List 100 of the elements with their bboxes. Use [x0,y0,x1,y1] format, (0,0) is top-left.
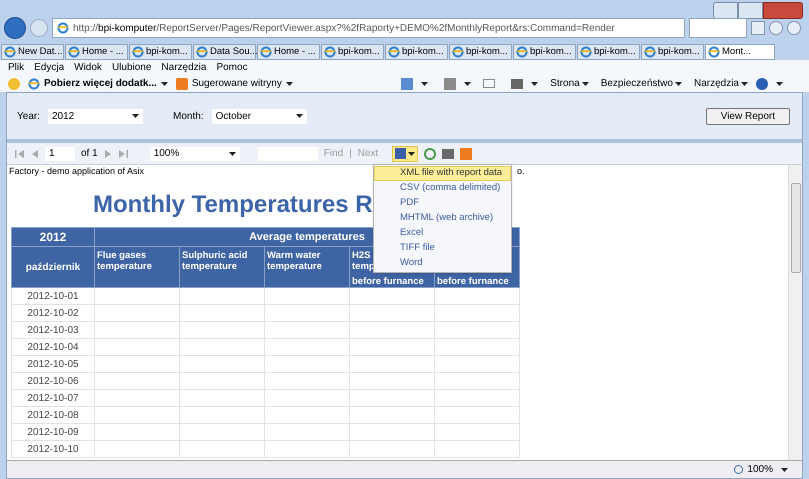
caret-icon [228,152,236,156]
column-header: Warm water temperature [264,246,350,288]
month-dropdown[interactable]: October [212,108,307,124]
command-menu[interactable]: Narzędzia [694,76,748,91]
caret-icon [286,82,293,86]
menu-item[interactable]: Widok [74,60,102,75]
browser-icon [28,78,40,90]
caret-icon [296,114,303,118]
first-page-icon[interactable] [15,150,24,158]
browser-tab[interactable]: bpi-kom... [641,44,704,60]
feed-icon[interactable] [444,78,456,90]
caret-icon [582,82,589,86]
last-page-icon[interactable] [118,150,128,158]
printer-icon[interactable] [511,78,524,88]
export-menu-item[interactable]: MHTML (web archive) [374,211,511,226]
scrollbar-thumb[interactable] [790,183,800,273]
page-field[interactable]: 1 [45,146,75,160]
magnifier-icon [734,465,744,474]
browser-tab[interactable]: bpi-kom... [513,44,576,60]
year-header: 2012 [12,228,94,246]
caret-icon [160,82,168,86]
caret-icon [781,468,788,472]
mail-icon[interactable] [483,79,496,88]
month-label: Month: [172,110,204,124]
browser-tab[interactable]: New Dat... [1,44,64,60]
minimize-button[interactable] [713,2,738,19]
favorites-link[interactable]: Sugerowane witryny [176,76,293,91]
year-label: Year: [17,110,40,124]
page-count: of 1 [81,147,98,161]
browser-tab[interactable]: Home - ... [65,44,128,60]
menu-item[interactable]: Ulubione [112,60,152,75]
back-button[interactable] [4,17,26,39]
zoom-level[interactable]: 100% [734,462,773,477]
export-menu-item[interactable]: XML file with report data [374,166,511,181]
caret-icon [421,82,428,86]
date-cell: 2012-10-08 [12,406,94,424]
browser-icon [516,46,528,58]
date-cell: 2012-10-06 [12,372,94,390]
close-button[interactable] [763,2,803,19]
browser-tab[interactable]: bpi-kom... [385,44,448,60]
year-dropdown[interactable]: 2012 [48,108,143,124]
address-controls[interactable] [689,18,747,38]
export-menu-item[interactable]: PDF [374,196,511,211]
browser-tab[interactable]: bpi-kom... [577,44,640,60]
browser-icon [324,46,336,58]
browser-tab[interactable]: Data Sou... [193,44,256,60]
zoom-dropdown[interactable]: 100% [150,146,240,160]
browser-tab[interactable]: bpi-kom... [321,44,384,60]
caret-icon [674,82,682,86]
date-cell: 2012-10-02 [12,304,94,322]
favorites-link[interactable]: Pobierz więcej dodatk... [28,76,168,91]
maximize-button[interactable] [738,2,763,19]
browser-tab[interactable]: bpi-kom... [129,44,192,60]
menu-item[interactable]: Edycja [34,60,64,75]
date-cell: 2012-10-03 [12,322,94,338]
export-menu-item[interactable]: CSV (comma delimited) [374,181,511,196]
next-page-icon[interactable] [104,150,113,158]
menu-item[interactable]: Plik [8,60,24,75]
view-report-button[interactable]: View Report [706,108,790,124]
settings-icon[interactable] [787,21,801,35]
home-icon[interactable] [401,78,414,90]
bulb-icon [176,78,188,90]
browser-icon [388,46,400,58]
previous-page-icon[interactable] [30,150,39,158]
forward-button[interactable] [30,19,48,37]
browser-icon [260,46,272,58]
save-icon [395,148,406,159]
vertical-scrollbar[interactable] [788,165,802,460]
refresh-icon[interactable] [424,148,436,160]
menu-item[interactable]: Narzędzia [161,60,206,75]
home-icon[interactable] [751,21,765,35]
caret-icon [408,152,416,156]
command-menu[interactable]: Bezpieczeństwo [600,76,682,91]
menu-item[interactable]: Pomoc [216,60,248,75]
data-feed-icon[interactable] [460,148,472,160]
caret-icon [776,82,783,86]
date-cell: 2012-10-10 [12,440,94,458]
browser-tab[interactable]: Mont... [705,44,775,60]
printer-icon[interactable] [442,148,454,158]
help-icon[interactable] [756,78,768,90]
date-cell: 2012-10-04 [12,338,94,356]
browser-icon [708,46,720,58]
browser-icon [57,22,69,34]
caret-icon [132,114,139,118]
export-button[interactable] [392,146,418,162]
browser-tab[interactable]: Home - ... [257,44,320,60]
column-header: Sulphuric acid temperature [180,246,264,288]
export-menu-item[interactable]: Excel [374,226,511,241]
caret-icon [531,82,538,86]
command-menu[interactable]: Strona [550,76,589,91]
report-description: Factory - demo application of Asix [9,166,144,176]
url-text: http://bpi-komputer/ReportServer/Pages/ReportViewer.aspx?%2fRaporty+DEMO%2fMonthlyReport&rs:Command=Render [73,22,615,36]
report-description: o. [517,165,525,178]
browser-tab[interactable]: bpi-kom... [449,44,512,60]
date-cell: 2012-10-01 [12,288,94,304]
browser-icon [196,46,208,58]
month-header: październik [12,246,94,288]
date-cell: 2012-10-09 [12,424,94,440]
address-field[interactable]: http://bpi-komputer/ReportServer/Pages/ReportViewer.aspx?%2fRaporty+DEMO%2fMonthlyReport&rs:Command=Render [52,18,685,38]
caret-icon [464,82,472,86]
